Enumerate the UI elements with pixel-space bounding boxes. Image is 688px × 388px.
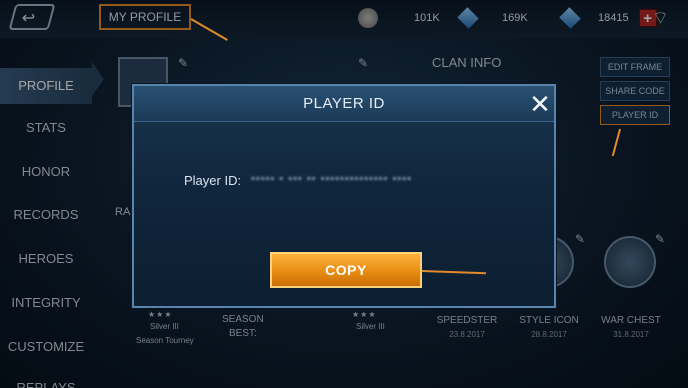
sidebar: PROFILE STATS HONOR RECORDS HEROES INTEG… [0, 44, 92, 388]
tickets-value: 169K [502, 12, 528, 24]
edit-frame-button[interactable]: EDIT FRAME [600, 57, 670, 77]
season-best-label: SEASON BEST: [222, 314, 264, 339]
coin-icon [358, 8, 378, 28]
close-icon[interactable]: ✕ [526, 88, 554, 120]
copy-button[interactable]: COPY [270, 252, 422, 288]
sidebar-item-stats[interactable]: STATS [0, 110, 92, 146]
coins-value: 101K [414, 12, 440, 24]
ticket-icon [457, 7, 479, 29]
sidebar-item-integrity[interactable]: INTEGRITY [0, 285, 92, 321]
player-id-label: Player ID: [184, 173, 242, 188]
diamonds-resource: 18415 + [559, 7, 657, 29]
wifi-icon: ⌔ [652, 8, 669, 28]
sidebar-active-arrow [92, 62, 104, 96]
player-id-dialog: PLAYER ID ✕ Player ID: ••••• • ••• •• ••… [132, 84, 556, 308]
back-button[interactable]: ↩ [8, 4, 56, 30]
back-icon: ↩ [21, 10, 36, 27]
player-id-button[interactable]: PLAYER ID [600, 105, 670, 125]
my-profile-title: MY PROFILE [99, 4, 191, 30]
achievement-title: WAR CHEST [601, 315, 661, 326]
rank-left-label: Silver III [150, 322, 179, 331]
edit-clan-icon[interactable]: ✎ [358, 56, 368, 70]
achievement-date: 23.8.2017 [449, 330, 485, 339]
ranked-label: RA [115, 206, 131, 218]
rank-stars-left: ★★★ [148, 310, 173, 319]
sidebar-item-honor[interactable]: HONOR [0, 154, 92, 190]
rank-left-sub: Season Tourney [136, 336, 194, 345]
dialog-title: PLAYER ID [303, 95, 385, 112]
sidebar-item-profile[interactable]: PROFILE [0, 68, 92, 104]
sidebar-item-customize[interactable]: CUSTOMIZE [0, 329, 92, 365]
tickets-resource: 169K [457, 7, 528, 29]
clan-info-label: CLAN INFO [432, 55, 502, 70]
player-id-value: ••••• • ••• •• •••••••••••••• •••• [251, 173, 412, 185]
edit-avatar-icon[interactable]: ✎ [178, 56, 188, 70]
edit-achievement-icon[interactable]: ✎ [655, 232, 665, 246]
edit-achievement-icon[interactable]: ✎ [575, 232, 585, 246]
share-code-button[interactable]: SHARE CODE [600, 81, 670, 101]
sidebar-item-records[interactable]: RECORDS [0, 197, 92, 233]
rank-stars-right: ★★★ [352, 310, 377, 319]
achievement-date: 31.8.2017 [613, 330, 649, 339]
achievement-badge [604, 236, 656, 288]
top-bar: ↩ MY PROFILE 101K 169K 18415 + ⌔ [0, 0, 688, 38]
achievement-date: 28.8.2017 [531, 330, 567, 339]
diamonds-value: 18415 [598, 12, 629, 24]
sidebar-item-heroes[interactable]: HEROES [0, 241, 92, 277]
achievement-title: STYLE ICON [519, 315, 579, 326]
rank-right-label: Silver III [356, 322, 385, 331]
diamond-icon [559, 7, 581, 29]
sidebar-item-replays[interactable]: REPLAYS [0, 370, 92, 388]
coins-resource: 101K [358, 8, 440, 28]
achievement-title: SPEEDSTER [436, 315, 498, 326]
